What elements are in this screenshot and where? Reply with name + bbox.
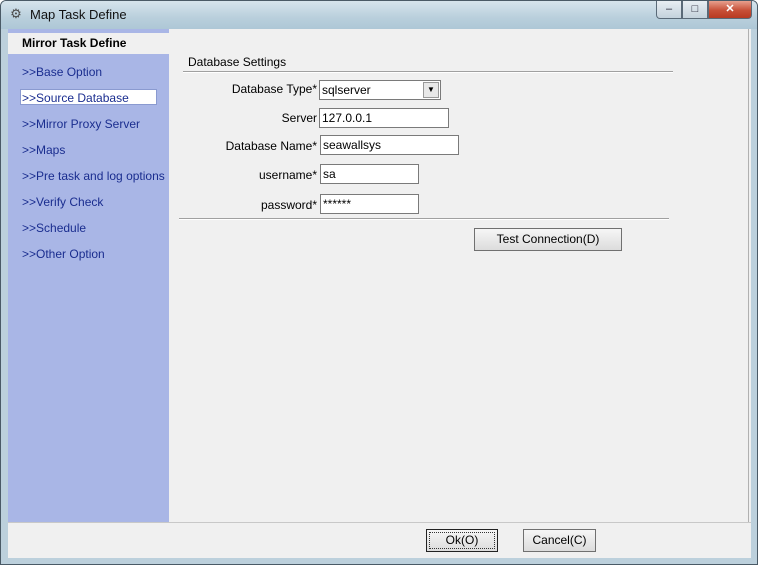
- database-name-label: Database Name*: [225, 139, 317, 153]
- window-controls: – □ ✕: [656, 1, 752, 20]
- minimize-button[interactable]: –: [656, 1, 682, 19]
- sidebar-item-verify-check[interactable]: >>Verify Check: [21, 194, 157, 210]
- close-button[interactable]: ✕: [708, 1, 752, 19]
- title-bar[interactable]: ⚙ Map Task Define – □ ✕: [1, 1, 757, 29]
- dialog-window: ⚙ Map Task Define – □ ✕ Mirror Task Defi…: [0, 0, 758, 565]
- sidebar-item-base-option[interactable]: >>Base Option: [21, 64, 157, 80]
- dropdown-arrow-icon[interactable]: ▼: [423, 82, 439, 98]
- group-title: Database Settings: [188, 55, 287, 69]
- section-divider: [179, 218, 669, 220]
- database-type-select[interactable]: sqlserver ▼: [319, 80, 441, 100]
- sidebar-item-mirror-proxy-server[interactable]: >>Mirror Proxy Server: [21, 116, 157, 132]
- ok-button[interactable]: Ok(O): [426, 529, 498, 552]
- sidebar: Mirror Task Define >>Base Option >>Sourc…: [8, 29, 169, 522]
- button-bar: Ok(O) Cancel(C): [8, 522, 751, 558]
- username-label: username*: [258, 168, 317, 182]
- database-name-input[interactable]: seawallsys: [320, 135, 459, 155]
- username-input[interactable]: sa: [320, 164, 419, 184]
- server-label: Server: [281, 111, 317, 125]
- dialog-client: Mirror Task Define >>Base Option >>Sourc…: [8, 29, 751, 558]
- password-input[interactable]: ******: [320, 194, 419, 214]
- maximize-button[interactable]: □: [682, 1, 708, 19]
- sidebar-title: Mirror Task Define: [8, 33, 169, 54]
- database-type-label: Database Type*: [231, 82, 317, 96]
- database-type-value: sqlserver: [322, 83, 371, 97]
- sidebar-item-schedule[interactable]: >>Schedule: [21, 220, 157, 236]
- settings-panel: Database Settings Database Type* sqlserv…: [169, 29, 749, 522]
- cancel-button[interactable]: Cancel(C): [523, 529, 596, 552]
- app-icon: ⚙: [10, 6, 22, 21]
- sidebar-item-source-database[interactable]: >>Source Database: [20, 89, 157, 105]
- sidebar-item-pre-task-log-options[interactable]: >>Pre task and log options: [21, 168, 165, 184]
- window-title: Map Task Define: [30, 7, 127, 22]
- group-divider: [183, 71, 673, 73]
- server-input[interactable]: 127.0.0.1: [319, 108, 449, 128]
- sidebar-item-maps[interactable]: >>Maps: [21, 142, 157, 158]
- password-label: password*: [260, 198, 317, 212]
- test-connection-button[interactable]: Test Connection(D): [474, 228, 622, 251]
- sidebar-item-other-option[interactable]: >>Other Option: [21, 246, 157, 262]
